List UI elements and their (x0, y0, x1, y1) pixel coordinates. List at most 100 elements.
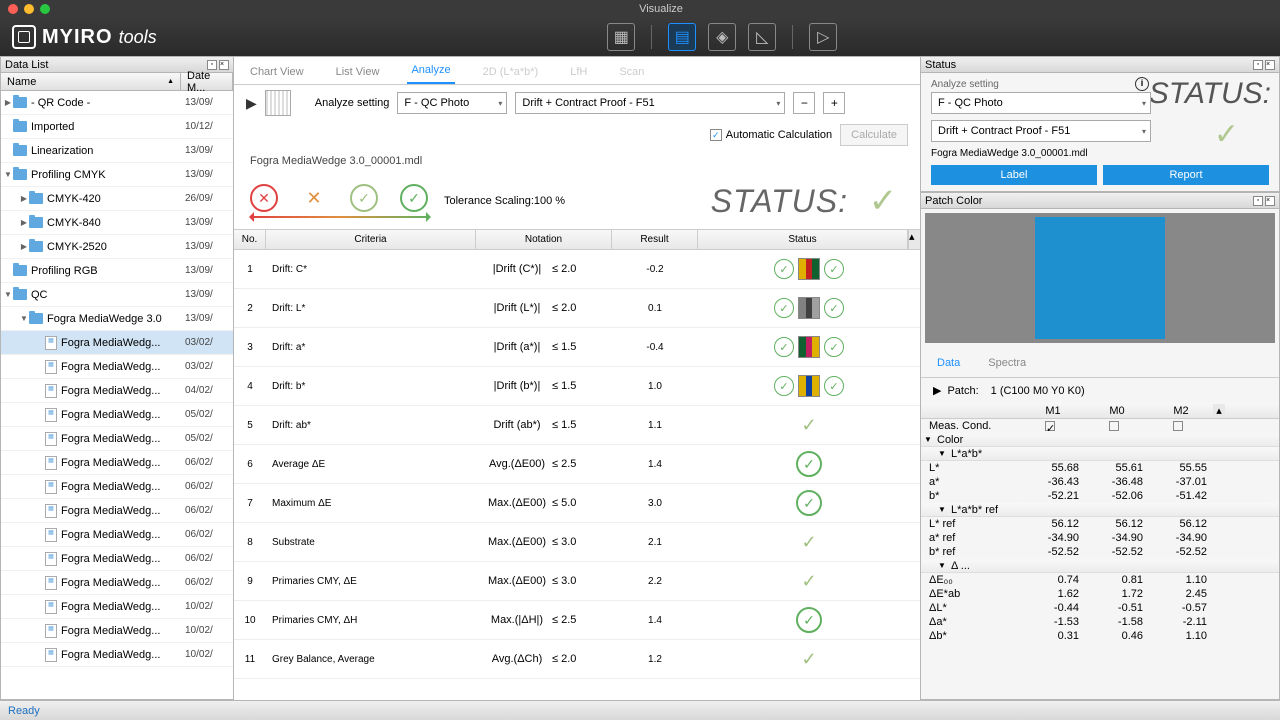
tree-item[interactable]: ▦Fogra MediaWedg...06/02/ (1, 451, 233, 475)
play-tool-icon[interactable]: ▷ (809, 23, 837, 51)
tab-data[interactable]: Data (933, 351, 964, 377)
col-no[interactable]: No. (234, 230, 266, 249)
expand-icon[interactable]: ▶ (933, 384, 941, 397)
tree-item[interactable]: ▦Fogra MediaWedg...06/02/ (1, 499, 233, 523)
table-row[interactable]: 11Grey Balance, AverageAvg.(ΔCh)≤ 2.01.2… (234, 640, 920, 679)
tab-chart-view[interactable]: Chart View (246, 60, 308, 84)
tab-spectra[interactable]: Spectra (984, 351, 1030, 377)
grid-tool-icon[interactable]: ▦ (607, 23, 635, 51)
panel-close-icon[interactable]: × (219, 60, 229, 70)
tree-item[interactable]: ▦Fogra MediaWedg...10/02/ (1, 595, 233, 619)
table-row[interactable]: 4Drift: b*|Drift (b*)|≤ 1.51.0✓✓ (234, 367, 920, 406)
column-date[interactable]: Date M... (181, 73, 233, 90)
tree-item[interactable]: ▦Fogra MediaWedg...03/02/ (1, 331, 233, 355)
setting1-select[interactable]: F - QC Photo (397, 92, 507, 114)
file-tree[interactable]: ▶- QR Code -13/09/ Imported10/12/ Linear… (1, 91, 233, 699)
expander-icon[interactable]: ▶ (3, 98, 13, 107)
cube-tool-icon[interactable]: ◈ (708, 23, 736, 51)
col-status[interactable]: Status (698, 230, 908, 249)
chart-grid-icon[interactable] (265, 90, 291, 116)
tree-item[interactable]: ▦Fogra MediaWedg...03/02/ (1, 355, 233, 379)
tree-item[interactable]: Imported10/12/ (1, 115, 233, 139)
expander-icon[interactable] (3, 146, 13, 155)
close-window-button[interactable] (8, 4, 18, 14)
expander-icon[interactable]: ▶ (19, 242, 29, 251)
chart-tool-icon[interactable]: ◺ (748, 23, 776, 51)
expander-icon[interactable] (3, 266, 13, 275)
tree-item[interactable]: ▼QC13/09/ (1, 283, 233, 307)
table-row[interactable]: 2Drift: L*|Drift (L*)|≤ 2.00.1✓✓ (234, 289, 920, 328)
table-row[interactable]: 9Primaries CMY, ΔEMax.(ΔE00)≤ 3.02.2✓ (234, 562, 920, 601)
checkbox[interactable]: ✓ (1045, 421, 1055, 431)
tree-item[interactable]: ▦Fogra MediaWedg...04/02/ (1, 379, 233, 403)
expander-icon[interactable] (35, 410, 45, 419)
tree-item[interactable]: ▶CMYK-42026/09/ (1, 187, 233, 211)
panel-close-icon[interactable]: × (1265, 60, 1275, 70)
maximize-window-button[interactable] (40, 4, 50, 14)
expander-icon[interactable]: ▶ (19, 194, 29, 203)
col-criteria[interactable]: Criteria (266, 230, 476, 249)
tree-item[interactable]: ▦Fogra MediaWedg...10/02/ (1, 619, 233, 643)
tree-item[interactable]: ▦Fogra MediaWedg...06/02/ (1, 571, 233, 595)
info-icon[interactable]: i (1135, 77, 1149, 91)
tab-list-view[interactable]: List View (332, 60, 384, 84)
tree-item[interactable]: ▦Fogra MediaWedg...05/02/ (1, 403, 233, 427)
tree-item[interactable]: ▦Fogra MediaWedg...10/02/ (1, 643, 233, 667)
measure-tool-icon[interactable]: ▤ (668, 23, 696, 51)
table-row[interactable]: 3Drift: a*|Drift (a*)|≤ 1.5-0.4✓✓ (234, 328, 920, 367)
expander-icon[interactable] (35, 362, 45, 371)
table-row[interactable]: 8SubstrateMax.(ΔE00)≤ 3.02.1✓ (234, 523, 920, 562)
col-notation[interactable]: Notation (476, 230, 612, 249)
setting2-select[interactable]: Drift + Contract Proof - F51 (515, 92, 785, 114)
expander-icon[interactable]: ▼ (3, 170, 13, 179)
expander-icon[interactable] (35, 602, 45, 611)
calculate-button[interactable]: Calculate (840, 124, 908, 146)
tree-item[interactable]: Profiling RGB13/09/ (1, 259, 233, 283)
expander-icon[interactable] (35, 626, 45, 635)
tab-analyze[interactable]: Analyze (407, 58, 454, 84)
minus-button[interactable]: − (793, 92, 815, 114)
plus-button[interactable]: + (823, 92, 845, 114)
tree-item[interactable]: ▦Fogra MediaWedg...06/02/ (1, 523, 233, 547)
table-row[interactable]: 10Primaries CMY, ΔHMax.(|ΔH|)≤ 2.51.4✓ (234, 601, 920, 640)
table-row[interactable]: 6Average ΔEAvg.(ΔE00)≤ 2.51.4✓ (234, 445, 920, 484)
scrollbar-up-icon[interactable]: ▴ (908, 230, 920, 249)
setting2-select[interactable]: Drift + Contract Proof - F51 (931, 120, 1151, 142)
expander-icon[interactable]: ▼ (3, 290, 13, 299)
panel-min-icon[interactable]: ▫ (207, 60, 217, 70)
expander-icon[interactable] (3, 122, 13, 131)
expander-icon[interactable] (35, 482, 45, 491)
auto-calc-checkbox[interactable]: ✓ (710, 129, 722, 141)
expander-icon[interactable] (35, 650, 45, 659)
expander-icon[interactable] (35, 530, 45, 539)
minimize-window-button[interactable] (24, 4, 34, 14)
column-name[interactable]: Name▲ (1, 73, 181, 90)
expander-icon[interactable]: ▼ (19, 314, 29, 323)
expander-icon[interactable] (35, 434, 45, 443)
table-row[interactable]: 5Drift: ab*Drift (ab*)≤ 1.51.1✓ (234, 406, 920, 445)
checkbox[interactable] (1173, 421, 1183, 431)
table-row[interactable]: 7Maximum ΔEMax.(ΔE00)≤ 5.03.0✓ (234, 484, 920, 523)
col-result[interactable]: Result (612, 230, 698, 249)
setting1-select[interactable]: F - QC Photo (931, 92, 1151, 114)
report-button[interactable]: Report (1103, 165, 1269, 185)
tree-item[interactable]: ▶- QR Code -13/09/ (1, 91, 233, 115)
tree-item[interactable]: ▦Fogra MediaWedg...06/02/ (1, 475, 233, 499)
tree-item[interactable]: Linearization13/09/ (1, 139, 233, 163)
tree-item[interactable]: ▼Profiling CMYK13/09/ (1, 163, 233, 187)
panel-min-icon[interactable]: ▫ (1253, 196, 1263, 206)
expander-icon[interactable] (35, 386, 45, 395)
expander-icon[interactable]: ▶ (19, 218, 29, 227)
tree-item[interactable]: ▦Fogra MediaWedg...06/02/ (1, 547, 233, 571)
tree-item[interactable]: ▶CMYK-84013/09/ (1, 211, 233, 235)
expander-icon[interactable] (35, 554, 45, 563)
panel-min-icon[interactable]: ▫ (1253, 60, 1263, 70)
play-icon[interactable]: ▶ (246, 95, 257, 112)
tree-item[interactable]: ▼Fogra MediaWedge 3.013/09/ (1, 307, 233, 331)
expander-icon[interactable] (35, 458, 45, 467)
checkbox[interactable] (1109, 421, 1119, 431)
panel-close-icon[interactable]: × (1265, 196, 1275, 206)
table-row[interactable]: 1Drift: C*|Drift (C*)|≤ 2.0-0.2✓✓ (234, 250, 920, 289)
expander-icon[interactable] (35, 338, 45, 347)
expander-icon[interactable] (35, 578, 45, 587)
